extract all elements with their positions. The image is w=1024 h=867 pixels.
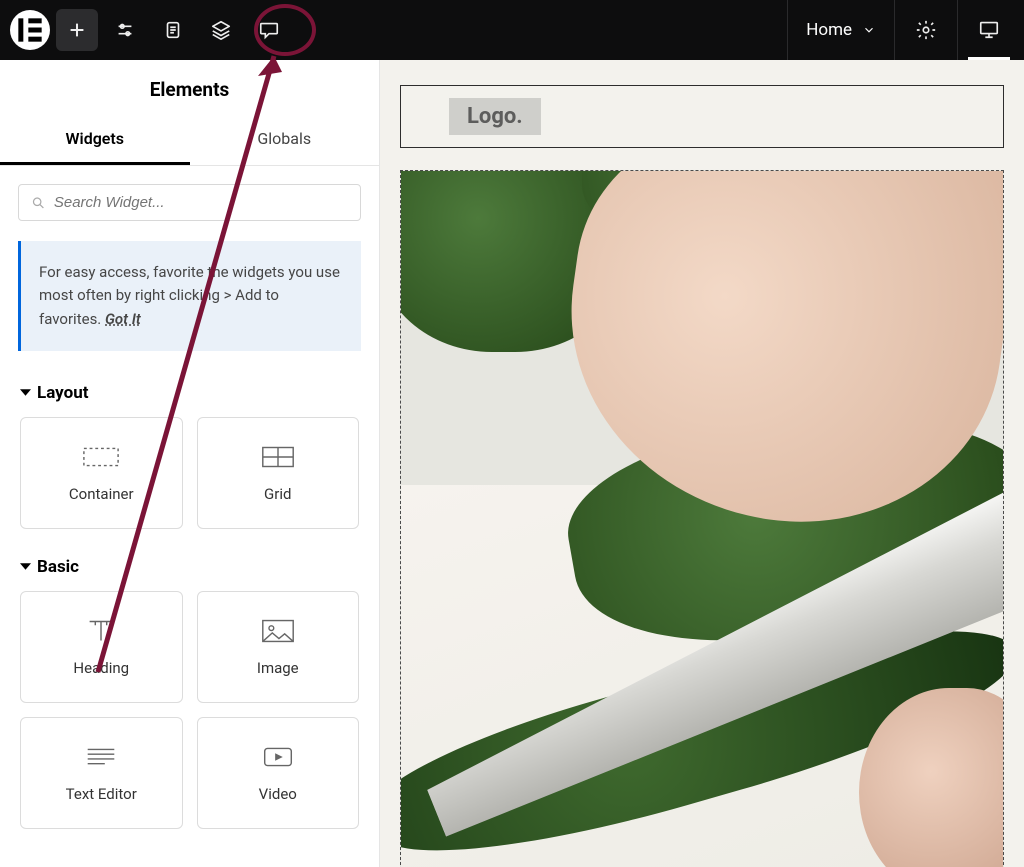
widget-image[interactable]: Image xyxy=(197,591,360,703)
gear-icon xyxy=(915,19,937,41)
caret-down-icon xyxy=(20,387,31,398)
tip-dismiss-link[interactable]: Got It xyxy=(105,310,141,328)
widget-heading[interactable]: Heading xyxy=(20,591,183,703)
elementor-logo-button[interactable] xyxy=(10,10,50,50)
widget-text-editor-label: Text Editor xyxy=(66,785,137,803)
editor-canvas[interactable]: Logo. xyxy=(380,60,1024,867)
plus-icon xyxy=(66,19,88,41)
favorites-tip: For easy access, favorite the widgets yo… xyxy=(18,241,361,351)
topbar-divider xyxy=(894,0,895,60)
chevron-down-icon xyxy=(862,23,876,37)
widget-text-editor[interactable]: Text Editor xyxy=(20,717,183,829)
category-layout-label: Layout xyxy=(37,383,88,403)
video-icon xyxy=(259,743,297,771)
responsive-mode-button[interactable] xyxy=(968,0,1010,60)
widget-video[interactable]: Video xyxy=(197,717,360,829)
structure-button[interactable] xyxy=(200,9,242,51)
chat-icon xyxy=(258,19,280,41)
top-bar: Home xyxy=(0,0,1024,60)
topbar-divider xyxy=(787,0,788,60)
add-element-button[interactable] xyxy=(56,9,98,51)
panel-title: Elements xyxy=(0,60,379,115)
panel-tabs: Widgets Globals xyxy=(0,115,379,166)
tab-globals[interactable]: Globals xyxy=(190,115,380,165)
canvas-hero-image-section[interactable] xyxy=(400,170,1004,867)
grid-icon xyxy=(259,443,297,471)
elementor-icon xyxy=(10,10,50,50)
category-basic-label: Basic xyxy=(37,557,79,577)
widget-container-label: Container xyxy=(69,485,134,503)
desktop-icon xyxy=(978,18,1000,40)
search-widget-field[interactable] xyxy=(18,184,361,221)
sliders-icon xyxy=(114,19,136,41)
category-basic-header[interactable]: Basic xyxy=(0,543,379,585)
container-icon xyxy=(82,443,120,471)
widget-grid[interactable]: Grid xyxy=(197,417,360,529)
settings-gear-button[interactable] xyxy=(905,9,947,51)
notes-button[interactable] xyxy=(248,9,290,51)
site-settings-button[interactable] xyxy=(104,9,146,51)
search-widget-input[interactable] xyxy=(54,194,348,211)
widget-grid-label: Grid xyxy=(264,485,291,503)
image-icon xyxy=(259,617,297,645)
topbar-divider xyxy=(957,0,958,60)
widget-container[interactable]: Container xyxy=(20,417,183,529)
layers-icon xyxy=(210,19,232,41)
heading-icon xyxy=(82,617,120,645)
page-settings-button[interactable] xyxy=(152,9,194,51)
category-layout-header[interactable]: Layout xyxy=(0,369,379,411)
search-icon xyxy=(31,195,46,211)
text-editor-icon xyxy=(82,743,120,771)
caret-down-icon xyxy=(20,561,31,572)
page-switch-label: Home xyxy=(806,20,852,40)
elements-panel: Elements Widgets Globals For easy access… xyxy=(0,60,380,867)
widget-heading-label: Heading xyxy=(73,659,129,677)
widget-video-label: Video xyxy=(259,785,297,803)
document-icon xyxy=(162,19,184,41)
logo-placeholder[interactable]: Logo. xyxy=(449,98,541,135)
tip-text: For easy access, favorite the widgets yo… xyxy=(39,263,340,328)
canvas-header-section[interactable]: Logo. xyxy=(400,85,1004,148)
page-switch-dropdown[interactable]: Home xyxy=(798,20,884,40)
tab-widgets[interactable]: Widgets xyxy=(0,115,190,165)
widget-image-label: Image xyxy=(257,659,299,677)
